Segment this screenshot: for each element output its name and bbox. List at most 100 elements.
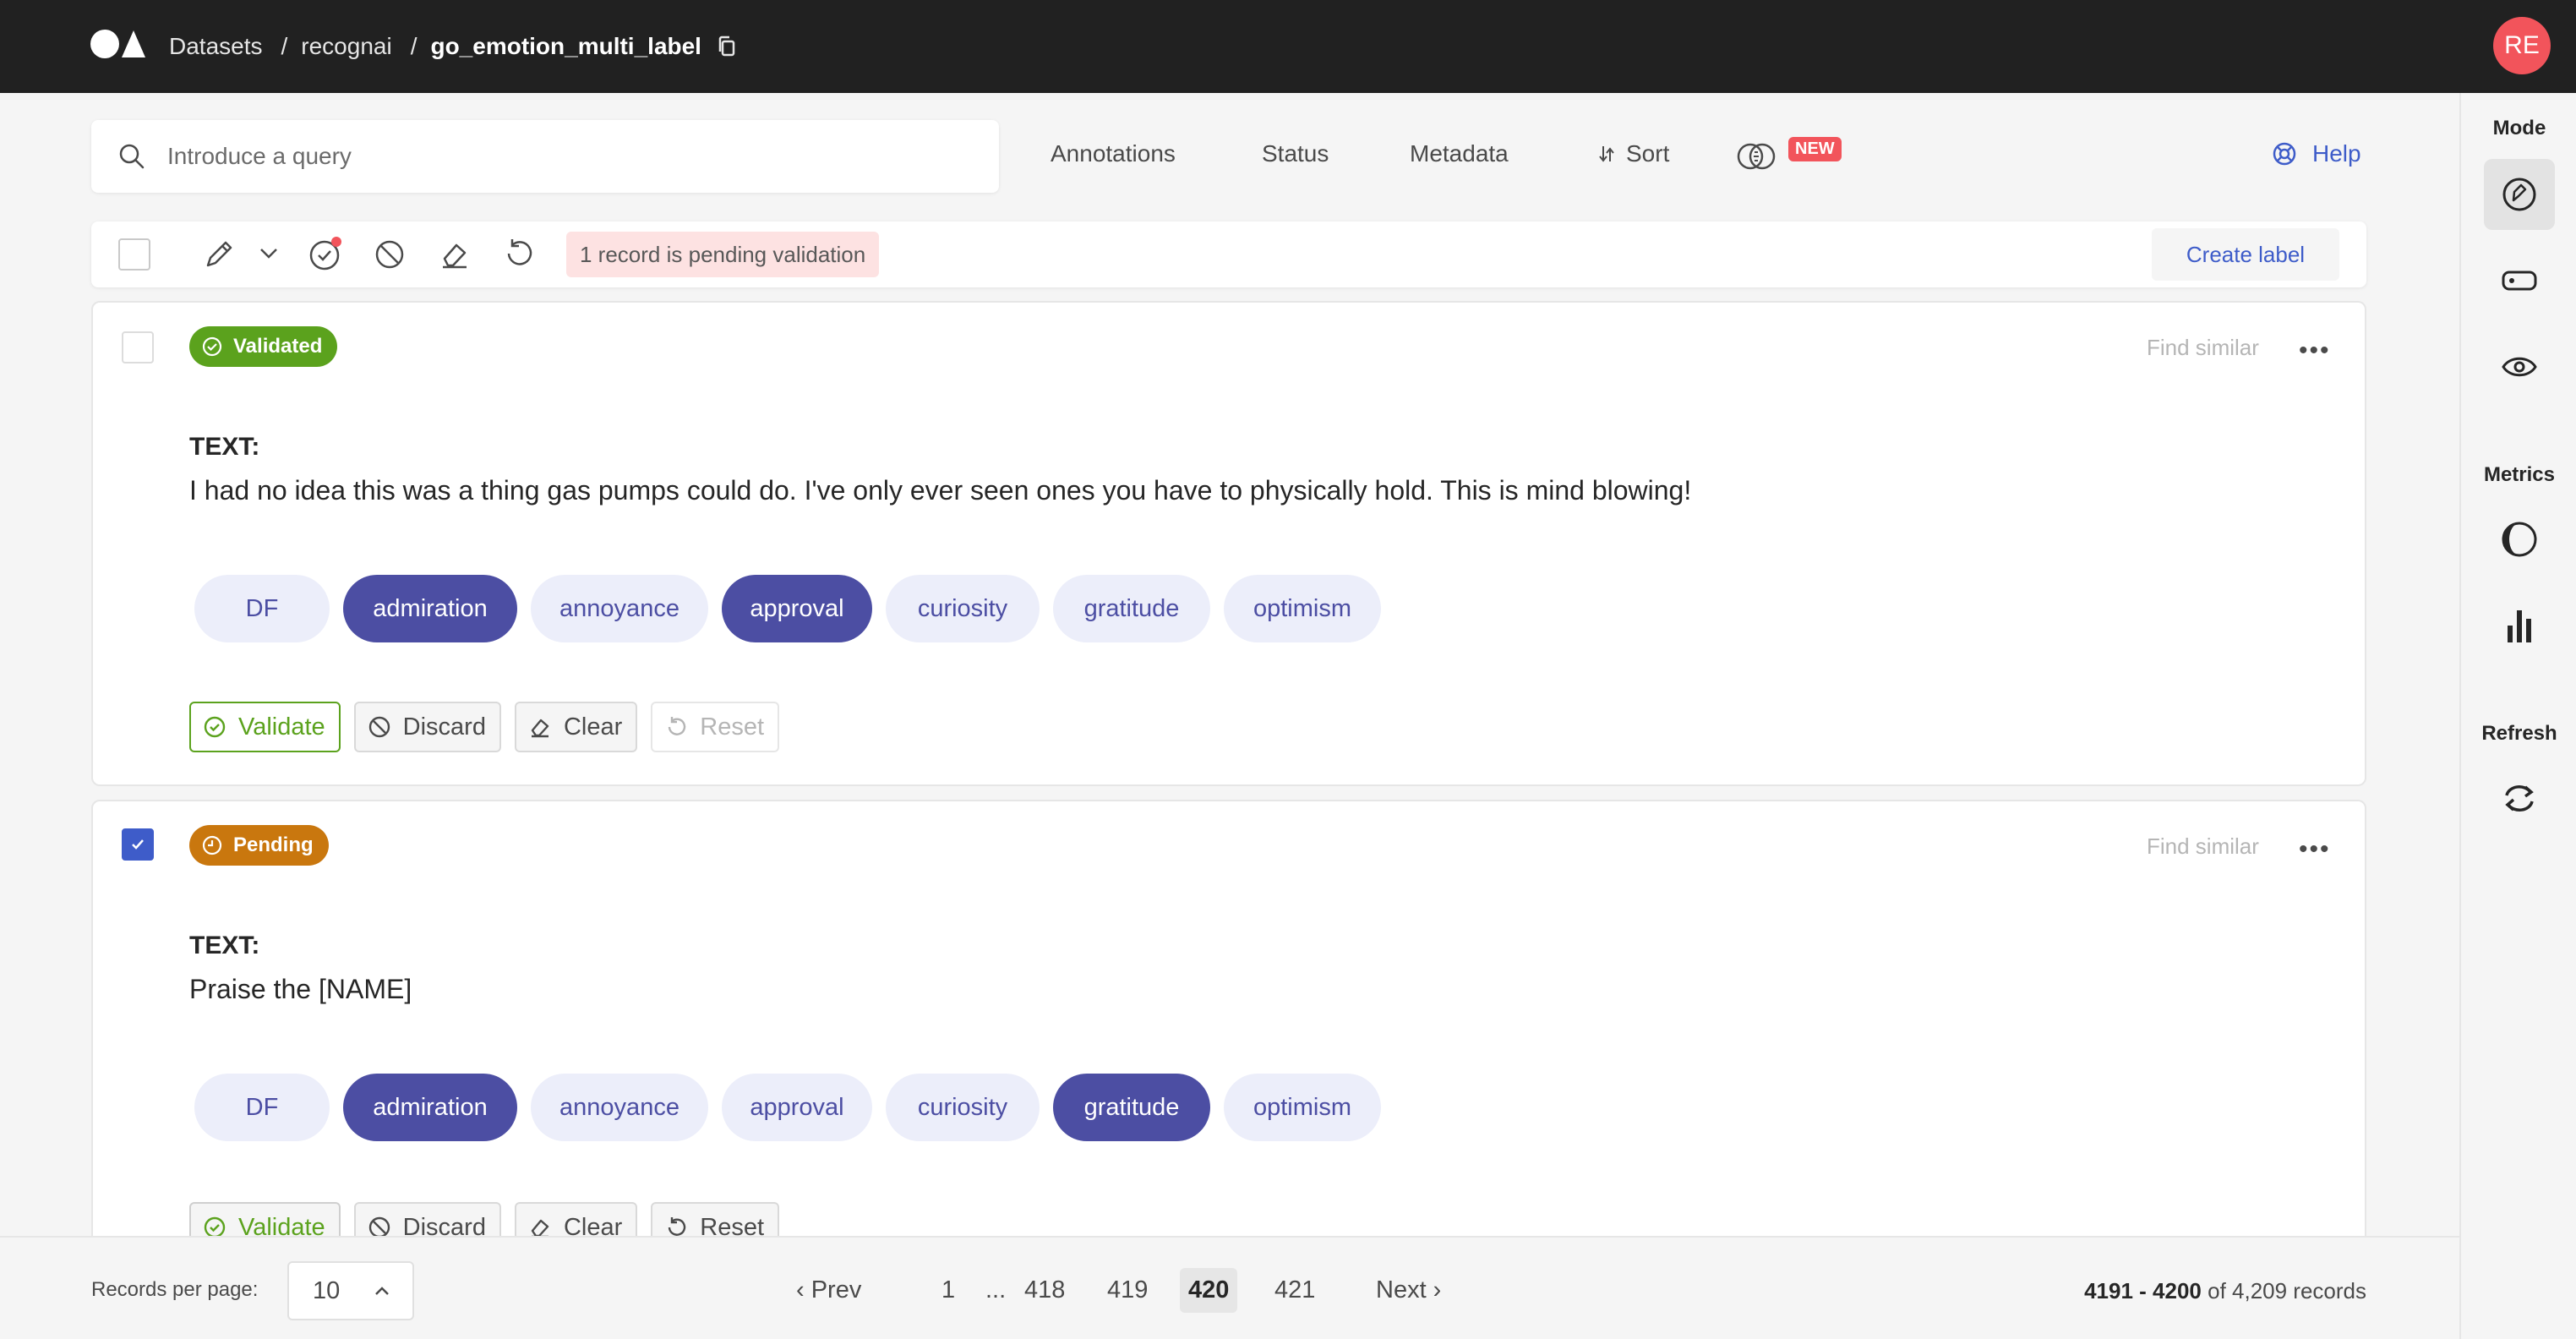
tag-icon (2502, 271, 2537, 291)
next-page-button[interactable]: Next › (1376, 1276, 1441, 1304)
field-label: TEXT: (189, 932, 260, 959)
label-chip[interactable]: DF (194, 1074, 330, 1141)
filter-status[interactable]: Status (1262, 140, 1329, 167)
status-label: Pending (233, 833, 314, 856)
label-chip[interactable]: approval (722, 1074, 872, 1141)
status-label: Validated (233, 335, 323, 358)
copy-icon[interactable] (717, 35, 737, 58)
label-chip[interactable]: DF (194, 575, 330, 642)
clear-selected-icon[interactable] (438, 238, 472, 271)
bar-chart-icon (2508, 610, 2531, 642)
validate-selected-icon[interactable] (308, 235, 345, 272)
refresh-button[interactable] (2484, 762, 2555, 833)
help-link[interactable]: Help (2272, 140, 2361, 167)
annotate-mode-icon (2502, 178, 2536, 211)
filter-sort[interactable]: Sort (1599, 140, 1669, 167)
status-badge: Validated (189, 326, 338, 367)
stats-metrics-button[interactable] (2484, 590, 2555, 661)
chevron-up-icon (375, 1287, 389, 1295)
more-options-icon[interactable]: ••• (2299, 336, 2331, 365)
breadcrumb-datasets[interactable]: Datasets (169, 33, 263, 60)
clear-button[interactable]: Clear (514, 702, 638, 752)
label-chip[interactable]: admiration (343, 575, 517, 642)
check-circle-icon (202, 336, 222, 357)
page-button-419[interactable]: 419 (1107, 1276, 1148, 1304)
breadcrumb: Datasets / recognai / go_emotion_multi_l… (169, 0, 737, 93)
search-bar (91, 120, 999, 193)
record-text: Praise the [NAME] (189, 974, 412, 1004)
annotate-mode-button[interactable] (2484, 159, 2555, 230)
progress-icon (2502, 522, 2537, 557)
record-checkbox[interactable] (122, 331, 154, 363)
find-similar-button[interactable]: Find similar (2147, 335, 2259, 361)
refresh-icon (2505, 785, 2534, 812)
label-chip[interactable]: gratitude (1053, 1074, 1210, 1141)
metrics-title: Metrics (2483, 463, 2556, 486)
page-button-421[interactable]: 421 (1274, 1276, 1315, 1304)
page-button-418[interactable]: 418 (1024, 1276, 1065, 1304)
record-card: Validated Find similar ••• TEXT: I had n… (91, 301, 2366, 786)
validate-button[interactable]: Validate (189, 702, 341, 752)
select-all-checkbox[interactable] (118, 238, 150, 271)
sort-icon (1599, 146, 1614, 162)
explore-mode-button[interactable] (2484, 331, 2555, 402)
records-per-page-label: Records per page: (91, 1278, 259, 1301)
label-chip[interactable]: curiosity (886, 1074, 1040, 1141)
filter-metadata[interactable]: Metadata (1410, 140, 1509, 167)
records-range-value: 4191 - 4200 (2084, 1278, 2202, 1303)
reset-label: Reset (700, 713, 765, 741)
records-range: 4191 - 4200 of 4,209 records (2084, 1278, 2366, 1304)
prev-page-button[interactable]: ‹ Prev (796, 1276, 861, 1304)
records-range-suffix: of 4,209 records (2208, 1278, 2366, 1303)
checkmark-icon (132, 839, 144, 850)
find-similar-button[interactable]: Find similar (2147, 833, 2259, 860)
label-chip[interactable]: annoyance (531, 1074, 708, 1141)
page-button-1[interactable]: 1 (941, 1276, 955, 1304)
annotate-pencil-icon[interactable] (203, 238, 237, 271)
filter-annotations[interactable]: Annotations (1051, 140, 1176, 167)
record-text: I had no idea this was a thing gas pumps… (189, 475, 1692, 506)
breadcrumb-separator: / (410, 33, 418, 59)
breadcrumb-workspace[interactable]: recognai (301, 33, 391, 60)
create-label-button[interactable]: Create label (2152, 228, 2339, 281)
check-circle-icon (204, 716, 226, 738)
label-chip[interactable]: optimism (1224, 575, 1381, 642)
label-chip[interactable]: gratitude (1053, 575, 1210, 642)
more-options-icon[interactable]: ••• (2299, 835, 2331, 864)
record-checkbox[interactable] (122, 828, 154, 861)
label-chip[interactable]: admiration (343, 1074, 517, 1141)
search-icon (119, 144, 145, 169)
new-badge: NEW (1788, 137, 1842, 161)
user-avatar[interactable]: RE (2493, 17, 2551, 74)
field-label: TEXT: (189, 433, 260, 461)
weak-labeling-mode-button[interactable] (2484, 245, 2555, 316)
records-per-page-select[interactable]: 10 (287, 1261, 414, 1320)
discard-selected-icon[interactable] (374, 238, 406, 271)
argilla-logo-icon[interactable] (90, 29, 147, 59)
similarity-filter-icon[interactable] (1736, 142, 1776, 171)
progress-metrics-button[interactable] (2484, 504, 2555, 575)
mode-title: Mode (2492, 117, 2546, 139)
label-list: DF admiration annoyance approval curiosi… (194, 1074, 1394, 1141)
status-badge: Pending (189, 825, 329, 866)
discard-button[interactable]: Discard (353, 702, 501, 752)
pagination-footer: Records per page: 10 ‹ Prev 1 ... 418 41… (0, 1236, 2459, 1339)
pending-validation-note: 1 record is pending validation (566, 232, 880, 277)
label-chip[interactable]: approval (722, 575, 872, 642)
bulk-toolbar: 1 record is pending validation Create la… (91, 221, 2366, 287)
chevron-down-icon[interactable] (259, 245, 279, 262)
validate-label: Validate (238, 713, 325, 741)
reset-button[interactable]: Reset (651, 702, 780, 752)
search-input[interactable] (167, 143, 928, 170)
label-chip[interactable]: curiosity (886, 575, 1040, 642)
eraser-icon (531, 719, 549, 738)
refresh-title: Refresh (2481, 722, 2557, 745)
reset-selected-icon[interactable] (502, 237, 536, 271)
label-chip[interactable]: optimism (1224, 1074, 1381, 1141)
sort-label: Sort (1626, 140, 1670, 167)
reset-icon (669, 717, 686, 735)
page-button-420-current[interactable]: 420 (1180, 1268, 1238, 1313)
label-chip[interactable]: annoyance (531, 575, 708, 642)
clear-label: Clear (563, 713, 623, 741)
breadcrumb-dataset: go_emotion_multi_label (430, 33, 701, 59)
